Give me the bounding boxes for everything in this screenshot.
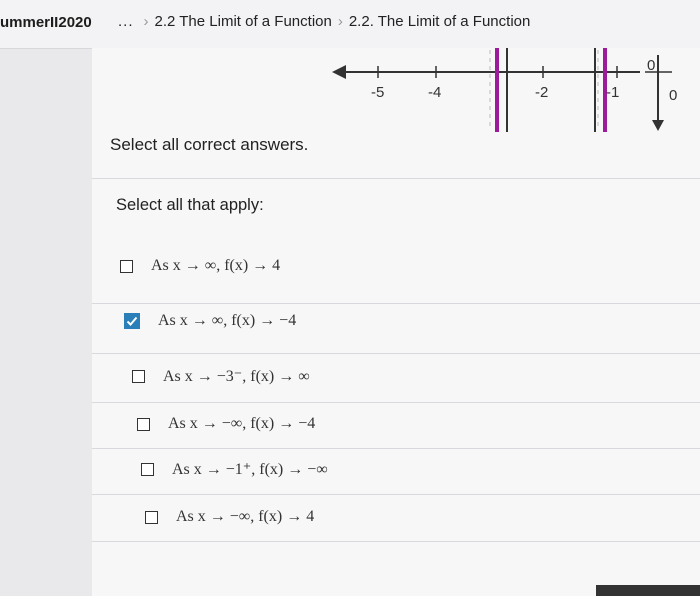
answer-option-5[interactable]: As x → −1⁺, f(x) → −∞ — [141, 455, 328, 483]
answer-text: As x → −1⁺, f(x) → −∞ — [172, 461, 328, 478]
checkbox[interactable] — [145, 510, 158, 524]
checkbox[interactable] — [120, 259, 133, 273]
divider — [92, 494, 700, 495]
footer-button[interactable] — [596, 585, 700, 596]
answer-text: As x → −3⁻, f(x) → ∞ — [163, 368, 310, 385]
question-prompt: Select all correct answers. — [110, 135, 309, 154]
divider — [92, 402, 700, 403]
y-axis-arrow-icon — [652, 120, 664, 131]
divider — [92, 541, 700, 542]
tick-label: 0 — [647, 57, 655, 74]
answer-text: As x → −∞, f(x) → 4 — [176, 508, 315, 525]
answer-option-3[interactable]: As x → −3⁻, f(x) → ∞ — [132, 362, 310, 390]
answer-option-4[interactable]: As x → −∞, f(x) → −4 — [137, 410, 315, 438]
answer-text: As x → ∞, f(x) → −4 — [158, 312, 297, 329]
x-axis-arrow-icon — [332, 65, 346, 79]
function-graph: -5 -4 -2 -1 0 0 — [332, 48, 677, 132]
tick-label: 0 — [669, 87, 677, 104]
divider — [92, 303, 700, 304]
divider — [92, 448, 700, 449]
select-all-label: Select all that apply: — [116, 196, 264, 214]
checkbox[interactable] — [141, 462, 154, 476]
checkbox-checked[interactable] — [124, 313, 140, 329]
checkbox[interactable] — [137, 417, 150, 431]
answer-option-1[interactable]: As x → ∞, f(x) → 4 — [120, 252, 280, 280]
tick-label: -5 — [371, 84, 384, 101]
answer-text: As x → ∞, f(x) → 4 — [151, 257, 281, 274]
answer-text: As x → −∞, f(x) → −4 — [168, 415, 316, 432]
divider — [92, 178, 700, 179]
answer-option-6[interactable]: As x → −∞, f(x) → 4 — [145, 503, 314, 531]
tick-label: -2 — [535, 84, 548, 101]
answer-option-2[interactable]: As x → ∞, f(x) → −4 — [124, 307, 296, 335]
tick-label: -4 — [428, 84, 441, 101]
check-icon — [126, 316, 138, 326]
checkbox[interactable] — [132, 369, 145, 383]
tick-label: -1 — [606, 84, 619, 101]
divider — [92, 353, 700, 354]
